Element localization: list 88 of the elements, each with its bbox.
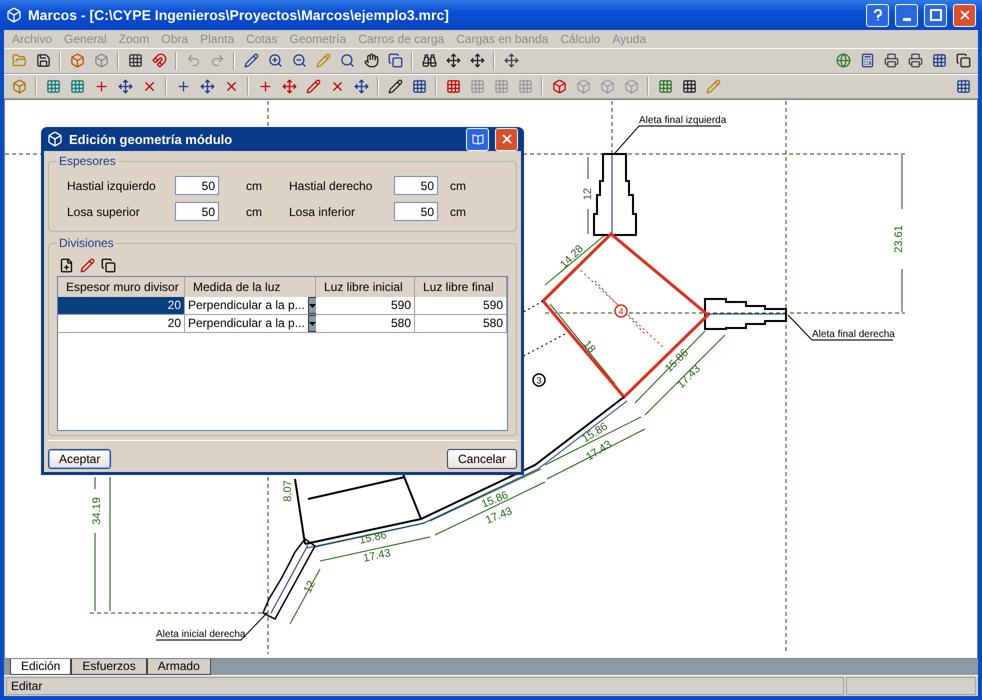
search-icon	[340, 53, 354, 68]
copy-icon[interactable]	[101, 258, 116, 274]
group-title: Espesores	[58, 154, 117, 168]
input-field[interactable]: 50	[175, 202, 219, 222]
cancel-button[interactable]: Cancelar	[446, 449, 517, 470]
window-title: Marcos - [C:\CYPE Ingenieros\Proyectos\Marcos\ejemplo3.mrc]	[28, 7, 450, 23]
group-title: Divisiones	[58, 236, 115, 250]
table-row[interactable]: 20 Perpendicular a la p... 580 580	[58, 315, 507, 334]
grid-icon	[658, 78, 672, 94]
table-cell: 590	[316, 297, 415, 314]
folder-icon	[12, 53, 26, 68]
status-text: Editar	[6, 677, 844, 696]
grid-icon	[494, 78, 508, 94]
dimension-label: 15.86	[358, 529, 388, 547]
accept-button[interactable]: Aceptar	[48, 449, 112, 470]
pencil-icon	[706, 78, 720, 94]
printer-icon	[908, 53, 922, 68]
calculator-icon	[860, 53, 874, 68]
grid-icon	[518, 78, 532, 94]
dialog-title: Edición geometría módulo	[69, 132, 234, 147]
dimension-label: 17.43	[362, 547, 392, 565]
save-icon	[36, 53, 50, 68]
zoom-out-icon	[292, 53, 306, 68]
close-button[interactable]	[495, 128, 518, 151]
pencil-icon	[306, 78, 320, 94]
redo-icon	[210, 53, 224, 68]
table-cell: 580	[316, 315, 415, 332]
table-cell: 20	[58, 297, 185, 314]
tab[interactable]: Esfuerzos	[71, 659, 147, 676]
field-label: Hastial derecho	[289, 178, 374, 193]
unit-label: cm	[245, 178, 263, 193]
dimension-label: 12	[302, 579, 318, 596]
dimension-label: 34.19	[90, 497, 103, 525]
dimension-label: 12	[582, 188, 594, 200]
zoom-in-icon	[268, 53, 282, 68]
move-icon	[354, 78, 368, 94]
undo-icon	[186, 53, 200, 68]
field-label: Losa superior	[67, 204, 141, 219]
unit-label: cm	[449, 178, 467, 193]
question-icon	[872, 9, 882, 21]
field-label: Hastial izquierdo	[67, 178, 157, 193]
move-icon	[282, 78, 296, 94]
input-field[interactable]: 50	[394, 176, 438, 196]
dimension-label: 23.61	[892, 225, 905, 253]
help-button[interactable]	[866, 4, 889, 26]
add-row-icon[interactable]	[59, 258, 74, 274]
printer-icon	[884, 53, 898, 68]
globe-icon	[836, 53, 850, 68]
grid-icon	[470, 78, 484, 94]
callout-label: Aleta final izquierda	[639, 115, 726, 126]
table-row[interactable]: 20 Perpendicular a la p... 590 590	[58, 297, 507, 316]
help-button[interactable]	[466, 128, 489, 151]
pencil-icon	[244, 53, 258, 68]
minimize-button[interactable]	[895, 4, 918, 26]
node-label: 4	[614, 304, 628, 318]
dropdown-arrow-icon	[308, 304, 316, 308]
cube-icon	[12, 78, 26, 94]
book-icon	[472, 133, 484, 146]
app-icon	[6, 7, 22, 23]
close-icon	[958, 8, 972, 22]
unit-label: cm	[449, 204, 467, 219]
callout-label: Aleta inicial derecha	[156, 629, 246, 640]
grid-icon	[682, 78, 696, 94]
tab[interactable]: Edición	[10, 659, 72, 676]
input-field[interactable]: 50	[175, 176, 219, 196]
tab[interactable]: Armado	[146, 659, 211, 676]
dropdown-arrow-icon	[308, 322, 316, 326]
grid-icon	[446, 78, 460, 94]
pencil-icon	[388, 78, 402, 94]
callout-label: Aleta final derecha	[812, 329, 895, 340]
maximize-icon	[930, 9, 942, 21]
plus-icon	[258, 78, 272, 94]
minimize-icon	[902, 18, 910, 20]
node-label: 3	[532, 373, 546, 387]
maximize-button[interactable]	[924, 4, 947, 26]
dimension-label: 8.07	[282, 480, 294, 502]
unit-label: cm	[245, 204, 263, 219]
field-label: Losa inferior	[289, 204, 356, 219]
hand-icon	[364, 53, 378, 68]
close-button[interactable]	[953, 4, 976, 26]
grid-icon	[956, 78, 970, 94]
binoculars-icon	[422, 53, 436, 68]
dimension-label: 18	[580, 338, 598, 356]
pencil-icon	[316, 53, 330, 68]
input-field[interactable]: 50	[394, 202, 438, 222]
magnet-icon	[152, 53, 166, 68]
close-icon	[500, 132, 514, 146]
dialog-icon	[47, 131, 63, 148]
